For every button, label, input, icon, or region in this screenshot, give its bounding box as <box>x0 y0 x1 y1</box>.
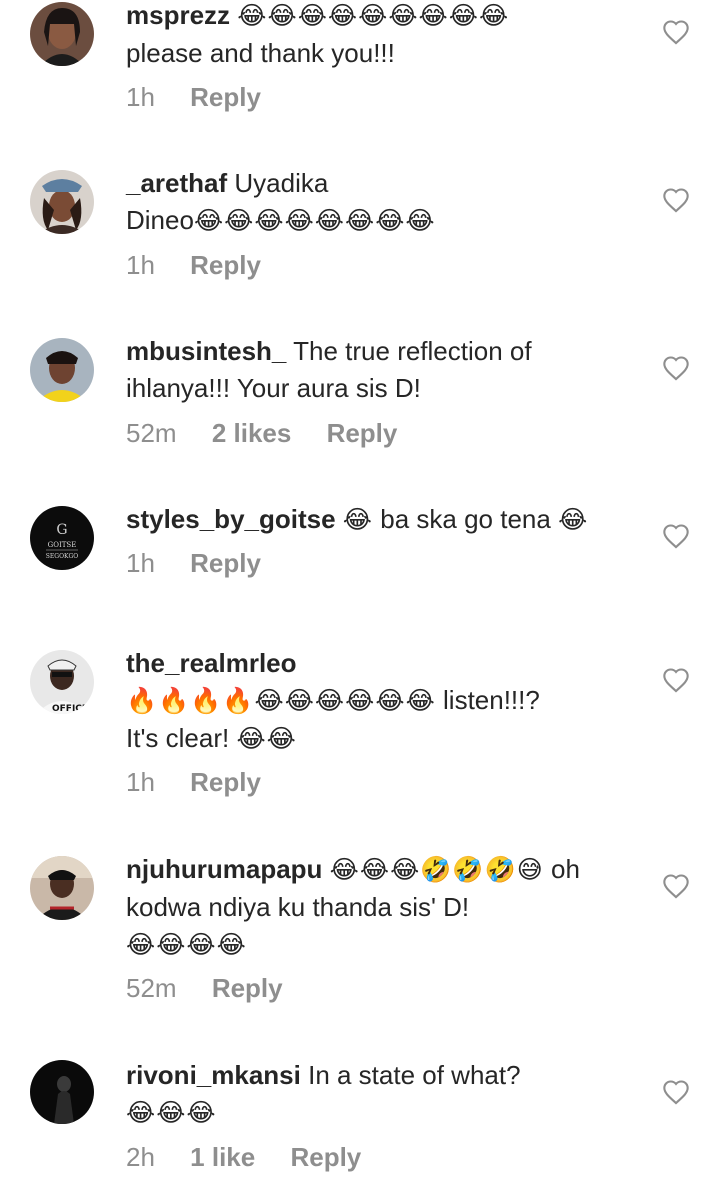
emoji: 😂😂 <box>236 725 297 753</box>
comment-body: ba ska go tena <box>380 504 551 534</box>
avatar[interactable]: OFFICE <box>30 650 94 714</box>
comment-meta: 52m 2 likes Reply <box>126 418 425 449</box>
comment-meta: 52m Reply <box>126 973 311 1004</box>
avatar[interactable] <box>30 338 94 402</box>
svg-text:G: G <box>56 522 67 538</box>
comment-text: styles_by_goitse 😂 ba ska go tena 😂 <box>126 501 646 539</box>
emoji: 😂😂😂😂😂😂😂😂 <box>193 207 436 235</box>
avatar-shirt-text: OFFICE <box>52 704 88 714</box>
comment-username[interactable]: mbusintesh_ <box>126 336 286 366</box>
comment-text: _arethaf Uyadika Dineo😂😂😂😂😂😂😂😂 <box>126 165 646 240</box>
heart-icon[interactable] <box>662 667 690 693</box>
comment-meta: 1h Reply <box>126 548 289 579</box>
comment-meta: 1h Reply <box>126 767 289 798</box>
comment-body: listen!!!? <box>443 685 540 715</box>
comment-body-line2: ihlanya!!! Your aura sis D! <box>126 373 421 403</box>
avatar[interactable]: G GOITSE SEGOKGO <box>30 506 94 570</box>
avatar-logo-text: SEGOKGO <box>46 553 78 560</box>
emoji: 😂 <box>558 506 589 534</box>
comment-time: 1h <box>126 548 155 578</box>
comment-body: In a state of what? <box>308 1060 521 1090</box>
heart-icon[interactable] <box>662 873 690 899</box>
likes-count[interactable]: 1 like <box>190 1142 255 1172</box>
comment-body: please and thank you!!! <box>126 38 395 68</box>
reply-button[interactable]: Reply <box>190 250 261 280</box>
heart-icon[interactable] <box>662 355 690 381</box>
comment-time: 1h <box>126 767 155 797</box>
heart-icon[interactable] <box>662 523 690 549</box>
comment-username[interactable]: njuhurumapapu <box>126 854 322 884</box>
comment-text: njuhurumapapu 😂😂😂🤣🤣🤣😅 oh kodwa ndiya ku … <box>126 851 646 964</box>
comment-text: rivoni_mkansi In a state of what? 😂😂😂 <box>126 1057 646 1132</box>
heart-icon[interactable] <box>662 187 690 213</box>
comment-text: msprezz 😂😂😂😂😂😂😂😂😂 please and thank you!!… <box>126 0 646 72</box>
heart-icon[interactable] <box>662 1079 690 1105</box>
likes-count[interactable]: 2 likes <box>212 418 292 448</box>
avatar[interactable] <box>30 2 94 66</box>
comment-body-line2: Dineo <box>126 205 194 235</box>
emoji: 🔥🔥🔥🔥😂😂😂😂😂😂 <box>126 687 436 715</box>
emoji: 😂😂😂😂 <box>126 931 247 959</box>
comment-time: 1h <box>126 82 155 112</box>
comment-meta: 2h 1 like Reply <box>126 1142 389 1173</box>
reply-button[interactable]: Reply <box>190 82 261 112</box>
avatar[interactable] <box>30 170 94 234</box>
emoji: 😂😂😂🤣🤣🤣😅 <box>329 856 544 884</box>
reply-button[interactable]: Reply <box>212 973 283 1003</box>
emoji: 😂 <box>342 506 374 534</box>
comment-time: 1h <box>126 250 155 280</box>
comment-body: oh <box>551 854 580 884</box>
comment-body: Uyadika <box>234 168 329 198</box>
reply-button[interactable]: Reply <box>190 548 261 578</box>
comment-time: 52m <box>126 418 177 448</box>
comment-username[interactable]: the_realmrleo <box>126 648 297 678</box>
avatar-logo-text: GOITSE <box>48 541 77 549</box>
emoji: 😂😂😂😂😂😂😂😂😂 <box>237 2 510 30</box>
comment-username[interactable]: rivoni_mkansi <box>126 1060 301 1090</box>
comment-username[interactable]: msprezz <box>126 0 230 30</box>
comment-body-line2: kodwa ndiya ku thanda sis' D! <box>126 892 470 922</box>
avatar[interactable] <box>30 1060 94 1124</box>
comment-username[interactable]: _arethaf <box>126 168 227 198</box>
comment-text: mbusintesh_ The true reflection of ihlan… <box>126 333 646 407</box>
emoji: 😂😂😂 <box>126 1099 217 1127</box>
reply-button[interactable]: Reply <box>327 418 398 448</box>
avatar[interactable] <box>30 856 94 920</box>
comment-body-line3: It's clear! <box>126 723 230 753</box>
comment-meta: 1h Reply <box>126 82 289 113</box>
reply-button[interactable]: Reply <box>290 1142 361 1172</box>
heart-icon[interactable] <box>662 19 690 45</box>
comment-time: 52m <box>126 973 177 1003</box>
comment-body: The true reflection of <box>293 336 532 366</box>
comment-username[interactable]: styles_by_goitse <box>126 504 336 534</box>
reply-button[interactable]: Reply <box>190 767 261 797</box>
comment-text: the_realmrleo 🔥🔥🔥🔥😂😂😂😂😂😂 listen!!!? It's… <box>126 645 646 758</box>
comment-time: 2h <box>126 1142 155 1172</box>
comment-meta: 1h Reply <box>126 250 289 281</box>
